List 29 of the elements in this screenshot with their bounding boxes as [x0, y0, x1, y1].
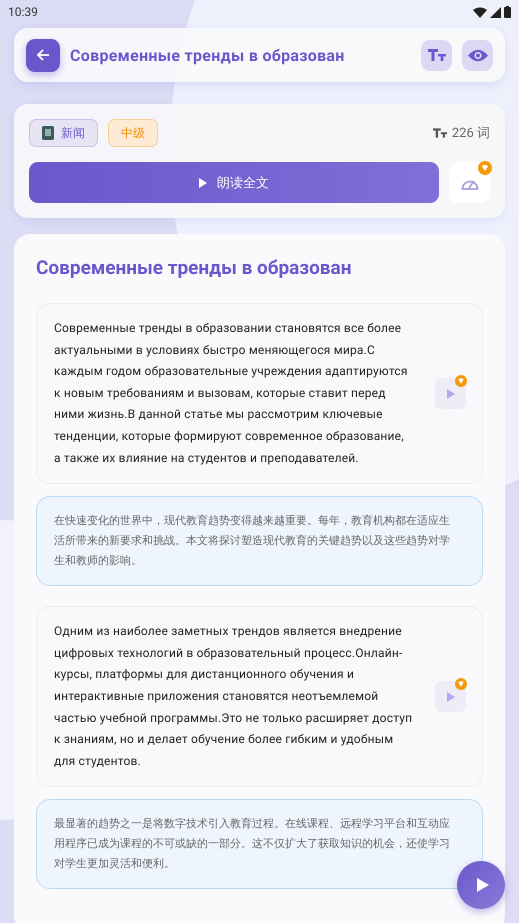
play-icon: [446, 692, 454, 702]
status-time: 10:39: [8, 5, 38, 19]
paragraph-text: Одним из наиболее заметных трендов является внедрение цифровых технологий в образовательный процесс.Онлайн-курсы, платформы для дистанционного обучения и интерактивные приложения становятся неотъемлемой частью учебной программы.Это не только расширяет доступ к знаниям, но и делает обучение более гибким и удобным для студентов.: [54, 623, 413, 770]
visibility-button[interactable]: [462, 40, 493, 70]
text-size-icon: [432, 128, 447, 138]
font-size-button[interactable]: [421, 40, 452, 70]
premium-badge-icon: [455, 375, 467, 388]
signal-icon: [490, 6, 501, 18]
paragraph-text: Современные тренды в образовании становятся все более актуальными в условиях быстро меняющегося мира.С каждым годом образовательные учреждения адаптируются к новым требованиям и вызовам, которые ставит перед ними жизнь.В данной статье мы рассмотрим ключевые тенденции, которые формируют современное образование, а также их влияние на студентов и преподавателей.: [54, 320, 409, 467]
play-icon: [446, 388, 454, 399]
word-count: 226 词: [452, 125, 490, 142]
wifi-icon: [473, 6, 487, 18]
font-size-icon: [428, 49, 446, 61]
back-arrow-icon: [36, 48, 50, 62]
newspaper-icon: [42, 126, 54, 140]
read-aloud-button[interactable]: 朗读全文: [29, 162, 439, 203]
translation-text: 在快速变化的世界中，现代教育趋势变得越来越重要。每年，教育机构都在适应生活所带来的新要求和挑战。本文将探讨塑造现代教育的关键趋势以及这些趋势对学生和教师的影响。: [54, 513, 450, 570]
play-icon: [476, 878, 488, 892]
article-title: Современные тренды в образован: [36, 256, 352, 279]
battery-icon: [504, 6, 511, 18]
premium-badge-icon: [478, 161, 492, 175]
level-tag: 中级: [108, 119, 158, 147]
back-button[interactable]: [26, 38, 60, 72]
premium-badge-icon: [455, 678, 467, 690]
page-title: Современные тренды в образован: [70, 46, 346, 64]
play-icon: [199, 178, 207, 188]
eye-icon: [468, 48, 488, 62]
translation-text: 最显著的趋势之一是将数字技术引入教育过程。在线课程、远程学习平台和互动应用程序已成为课程的不可或缺的一部分。这不仅扩大了获取知识的机会，还使学习对学生更加灵活和便利。: [54, 816, 450, 872]
category-tag: 新闻: [29, 119, 98, 147]
